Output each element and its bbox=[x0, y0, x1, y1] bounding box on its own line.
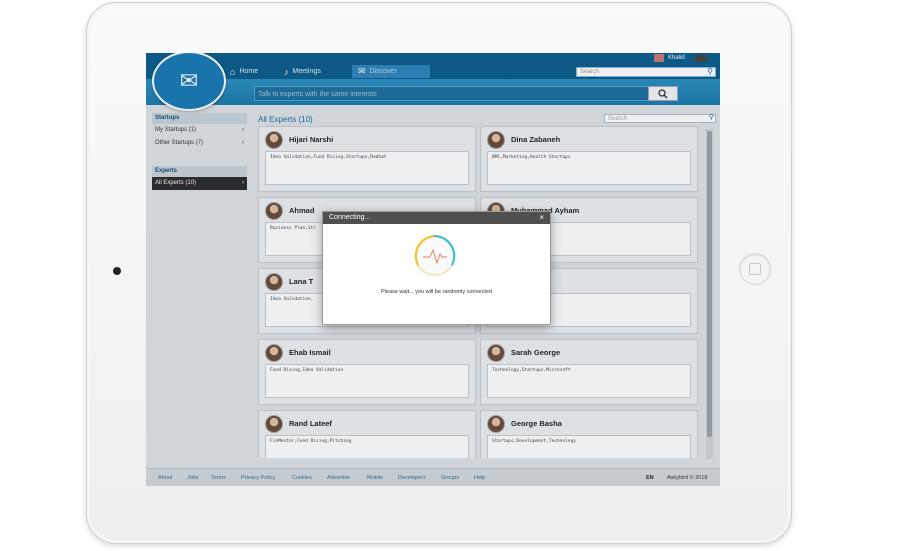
camera-icon bbox=[113, 267, 121, 275]
dialog-title: Connecting... bbox=[329, 214, 371, 221]
dialog-message: Please wait... you will be randomly conn… bbox=[381, 289, 492, 295]
close-icon[interactable]: × bbox=[539, 212, 544, 224]
app-screen: ✉ ⌂ Home ♪ Meetings ✉ Discover Khalid Se… bbox=[146, 53, 720, 486]
home-button[interactable] bbox=[739, 253, 771, 285]
connecting-dialog: Connecting... × Please wait... you will … bbox=[322, 211, 551, 325]
loading-spinner-icon bbox=[414, 234, 456, 277]
dialog-header: Connecting... × bbox=[323, 212, 550, 224]
